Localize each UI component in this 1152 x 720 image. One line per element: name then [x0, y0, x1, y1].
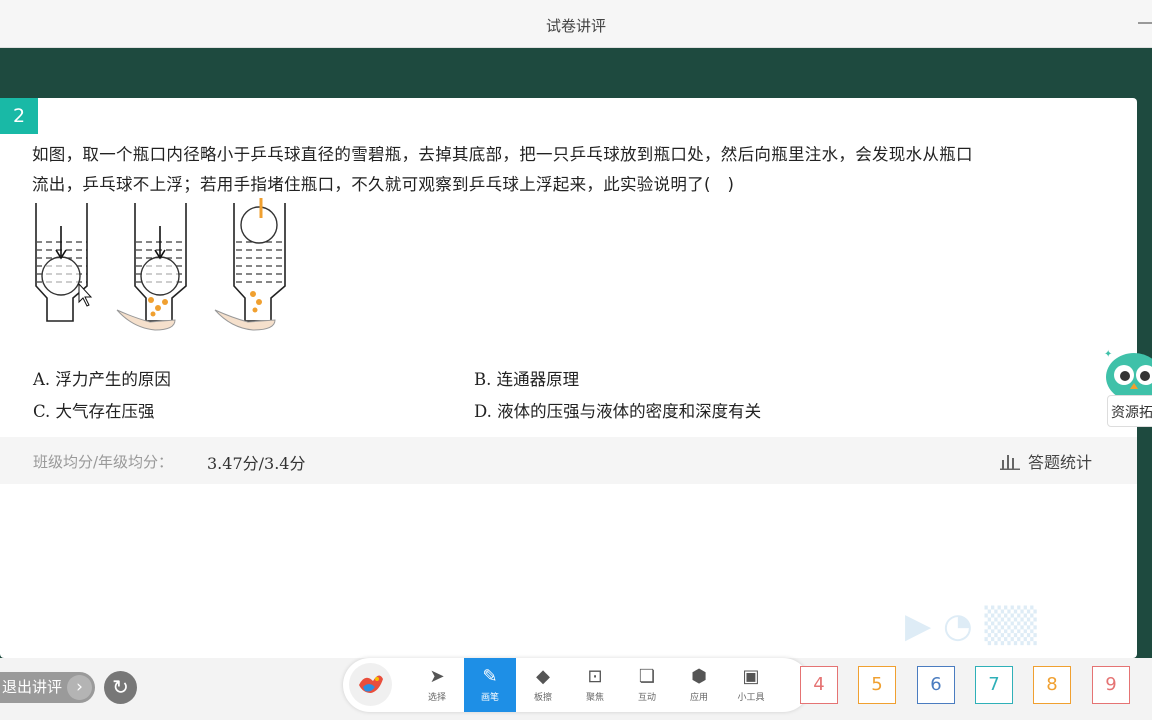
- tool-toolbox[interactable]: ▣ 小工具: [725, 658, 777, 712]
- bottom-bar: 退出讲评 › ↻ ➤ 选择 ✎ 画笔 ◆ 板擦 ⊡ 聚焦 ❏ 互动 ⬢ 应用 ▣…: [0, 658, 1152, 720]
- refresh-button[interactable]: ↻: [104, 671, 137, 704]
- answer-stats-label: 答题统计: [1028, 453, 1093, 472]
- bottle-yi: [116, 203, 187, 331]
- svg-text:✦: ✦: [1104, 349, 1112, 360]
- eraser-icon: ◆: [536, 666, 550, 687]
- question-card: 2 如图，取一个瓶口内径略小于乒乓球直径的雪碧瓶，去掉其底部，把一只乒乓球放到瓶…: [0, 98, 1137, 658]
- average-score-bar: 班级均分/年级均分： 3.47分/3.4分 答题统计: [0, 437, 1137, 484]
- focus-icon: ⊡: [587, 666, 603, 687]
- page-button-5[interactable]: 5: [858, 666, 896, 704]
- question-number-badge: 2: [0, 98, 38, 134]
- page-button-7[interactable]: 7: [975, 666, 1013, 704]
- tool-interact[interactable]: ❏ 互动: [621, 658, 673, 712]
- page-button-6[interactable]: 6: [917, 666, 955, 704]
- refresh-icon: ↻: [112, 675, 129, 699]
- option-d[interactable]: D. 液体的压强与液体的密度和深度有关: [474, 398, 761, 422]
- app-logo[interactable]: [349, 663, 392, 706]
- owl-mascot-icon: ✦: [1104, 349, 1152, 401]
- page-button-8[interactable]: 8: [1033, 666, 1071, 704]
- bird-logo-icon: [359, 675, 383, 693]
- interact-icon: ❏: [638, 666, 656, 687]
- tool-eraser[interactable]: ◆ 板擦: [517, 658, 569, 712]
- title-bar: 试卷讲评: [0, 0, 1152, 48]
- pen-icon: ✎: [482, 666, 498, 687]
- question-stem: 如图，取一个瓶口内径略小于乒乓球直径的雪碧瓶，去掉其底部，把一只乒乓球放到瓶口处…: [32, 140, 1112, 200]
- bar-chart-icon: [1000, 455, 1020, 470]
- chevron-right-icon[interactable]: ›: [67, 675, 92, 700]
- option-a[interactable]: A. 浮力产生的原因: [33, 366, 171, 390]
- experiment-figure: 甲 乙 丙: [25, 168, 305, 468]
- resource-widget[interactable]: ✦ 资源拓: [1094, 345, 1152, 445]
- bottle-jia: [35, 203, 88, 322]
- average-score-label: 班级均分/年级均分：: [33, 453, 174, 471]
- stem-line-2: 流出，乒乓球不上浮；若用手指堵住瓶口，不久就可观察到乒乓球上浮起来，此实验说明了…: [32, 175, 735, 194]
- window-title: 试卷讲评: [545, 17, 606, 35]
- bottle-bing: [214, 203, 286, 331]
- option-b[interactable]: B. 连通器原理: [474, 366, 579, 390]
- tool-focus[interactable]: ⊡ 聚焦: [569, 658, 621, 712]
- watermark-logo: ▶ ◔ ▒▒: [905, 606, 1037, 646]
- exit-review-button[interactable]: 退出讲评 ›: [0, 672, 95, 703]
- answer-stats-button[interactable]: 答题统计: [1000, 449, 1092, 473]
- resource-widget-label: 资源拓: [1107, 395, 1152, 427]
- cursor-icon: ➤: [429, 666, 445, 687]
- tool-select[interactable]: ➤ 选择: [411, 658, 463, 712]
- toolbox-icon: ▣: [742, 666, 760, 687]
- minimize-icon[interactable]: [1138, 22, 1152, 24]
- tool-palette: ➤ 选择 ✎ 画笔 ◆ 板擦 ⊡ 聚焦 ❏ 互动 ⬢ 应用 ▣ 小工具: [343, 658, 810, 712]
- option-c[interactable]: C. 大气存在压强: [33, 398, 155, 422]
- exit-review-label: 退出讲评: [2, 678, 63, 696]
- cube-icon: ⬢: [691, 666, 707, 687]
- average-score-value: 3.47分/3.4分: [207, 454, 306, 473]
- tool-apps[interactable]: ⬢ 应用: [673, 658, 725, 712]
- tool-pen[interactable]: ✎ 画笔: [464, 658, 516, 712]
- page-button-9[interactable]: 9: [1092, 666, 1130, 704]
- stem-line-1: 如图，取一个瓶口内径略小于乒乓球直径的雪碧瓶，去掉其底部，把一只乒乓球放到瓶口处…: [32, 145, 973, 164]
- page-button-4[interactable]: 4: [800, 666, 838, 704]
